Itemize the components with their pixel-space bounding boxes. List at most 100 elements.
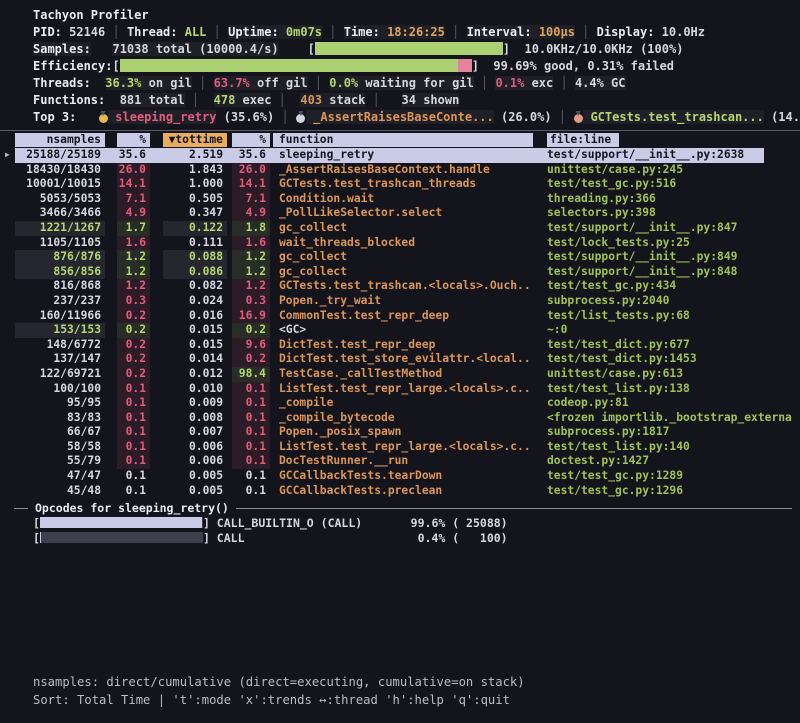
col-header-tot[interactable]: ▼tottime: [163, 133, 227, 147]
cell-fn: ListTest.test_repr_large.<locals>.c...: [273, 440, 533, 455]
cell-ns: 1221/1267: [15, 221, 105, 236]
table-row[interactable]: 876/8761.20.0881.2gc_collecttest/support…: [0, 250, 800, 265]
cell-p1: 0.2: [117, 352, 150, 367]
cell-gap: [533, 425, 541, 440]
cell-fn: DictTest.test_store_evilattr.<local...: [273, 352, 533, 367]
table-row[interactable]: 1221/12671.70.1221.8gc_collecttest/suppo…: [0, 221, 800, 236]
table-row[interactable]: 122/697210.20.01298.4TestCase._callTestM…: [0, 367, 800, 382]
col-header-p2[interactable]: %: [232, 133, 270, 147]
table-row[interactable]: 856/8561.20.0861.2gc_collecttest/support…: [0, 265, 800, 280]
cell-ns: 122/69721: [15, 367, 105, 382]
cell-gap: [0, 265, 15, 280]
table-row[interactable]: 137/1470.20.0140.2DictTest.test_store_ev…: [0, 352, 800, 367]
text: Uptime:: [228, 25, 286, 39]
table-row[interactable]: 18430/1843026.01.84326.0_AssertRaisesBas…: [0, 163, 800, 178]
cell-file: codeop.py:81: [541, 396, 800, 411]
cell-gap: [533, 367, 541, 382]
text: Thread:: [127, 25, 185, 39]
cell-ns: 10001/10015: [15, 177, 105, 192]
cell-gap: [150, 236, 163, 251]
cell-fn: CommonTest.test_repr_deep: [273, 309, 533, 324]
cell-p1: 0.1: [117, 440, 150, 455]
table-row[interactable]: 148/67720.20.0159.6DictTest.test_repr_de…: [0, 338, 800, 353]
cell-gap: [105, 425, 117, 440]
cell-gap: [0, 338, 15, 353]
cell-tot: 0.012: [163, 367, 227, 382]
text: stack: [322, 93, 365, 107]
text: [105, 93, 119, 107]
table-row[interactable]: 1105/11051.60.1111.6wait_threads_blocked…: [0, 236, 800, 251]
table-header: nsamples%▼tottime%functionfile:line: [0, 133, 800, 148]
table-row[interactable]: 66/670.10.0070.1Popen._posix_spawnsubpro…: [0, 425, 800, 440]
cell-ns: 18430/18430: [15, 163, 105, 178]
table-row[interactable]: 153/1530.20.0150.2<GC>~:0: [0, 323, 800, 338]
text: │: [192, 76, 214, 90]
table-row[interactable]: 160/119660.20.01616.9CommonTest.test_rep…: [0, 309, 800, 324]
cell-gap: [105, 469, 117, 484]
table-row[interactable]: 3466/34664.90.3474.9_PollLikeSelector.se…: [0, 206, 800, 221]
cell-gap: [105, 352, 117, 367]
cell-gap: [150, 279, 163, 294]
top1-pct: (35.6%): [216, 110, 274, 124]
table-row[interactable]: 45/480.10.0050.1GCCallbackTests.preclean…: [0, 484, 800, 499]
table-row[interactable]: 5053/50537.10.5057.1Condition.waitthread…: [0, 192, 800, 207]
cell-gap: [105, 294, 117, 309]
cell-p1: 0.3: [117, 294, 150, 309]
table-row[interactable]: 816/8681.20.0821.2GCTests.test_trashcan.…: [0, 279, 800, 294]
col-header-label[interactable]: file:line: [547, 133, 619, 147]
cell-file: test/support/__init__.py:848: [541, 265, 800, 280]
cell-p2: 98.4: [232, 367, 270, 382]
cell-gap: [150, 221, 163, 236]
table-divider-line: [0, 130, 800, 131]
cell-p2: 9.6: [232, 338, 270, 353]
opcodes-title: Opcodes for sleeping_retry(): [28, 501, 236, 515]
text: │: [105, 25, 127, 39]
cell-ns: 876/876: [15, 250, 105, 265]
table-row[interactable]: 83/830.10.0080.1_compile_bytecode<frozen…: [0, 411, 800, 426]
table-row-selected[interactable]: ▶25188/2518935.62.51935.6sleeping_retryt…: [0, 148, 800, 163]
cell-tot: 0.006: [163, 440, 227, 455]
cell-file: test/test_dict.py:1453: [541, 352, 800, 367]
gc-pct: 4.4% GC: [575, 76, 626, 90]
cell-ns: 137/147: [15, 352, 105, 367]
table-row[interactable]: 55/790.10.0060.1DocTestRunner.__rundocte…: [0, 454, 800, 469]
top2-name: _AssertRaisesBaseConte...: [306, 110, 494, 124]
cell-gap: [533, 163, 541, 178]
cell-fn: GCTests.test_trashcan_threads: [273, 177, 533, 192]
text: Samples:: [33, 42, 91, 56]
cell-gap: [105, 323, 117, 338]
samples-bar: [315, 42, 503, 55]
col-header-fn[interactable]: function: [273, 133, 533, 147]
cell-p1: 0.1: [117, 382, 150, 397]
cell-ns: 1105/1105: [15, 236, 105, 251]
cell-tot: 0.006: [163, 454, 227, 469]
col-header-ns[interactable]: nsamples: [15, 133, 105, 147]
cell-ns: 160/11966: [15, 309, 105, 324]
samples-rate-value: 10.0KHz/10.0KHz (100%): [510, 42, 683, 56]
col-header-p1[interactable]: %: [117, 133, 150, 147]
table-row[interactable]: 100/1000.10.0100.1ListTest.test_repr_lar…: [0, 382, 800, 397]
cell-fn: DocTestRunner.__run: [273, 454, 533, 469]
table-row[interactable]: 10001/1001514.11.00014.1GCTests.test_tra…: [0, 177, 800, 192]
cell-gap: [0, 484, 15, 499]
column-gap: [533, 133, 541, 148]
cell-fn: sleeping_retry: [273, 148, 533, 163]
table-row[interactable]: 237/2370.30.0240.3Popen._try_waitsubproc…: [0, 294, 800, 309]
column-gap: [105, 133, 117, 148]
text: on gil: [141, 76, 192, 90]
cell-gap: [533, 206, 541, 221]
cell-ns: 45/48: [15, 484, 105, 499]
table-row[interactable]: 95/950.10.0090.1_compilecodeop.py:81: [0, 396, 800, 411]
cell-gap: [105, 338, 117, 353]
col-header-file[interactable]: file:line: [541, 133, 800, 147]
table-row[interactable]: 58/580.10.0060.1ListTest.test_repr_large…: [0, 440, 800, 455]
cell-p1: 0.2: [117, 338, 150, 353]
cell-p1: 1.6: [117, 236, 150, 251]
cell-gap: [150, 411, 163, 426]
time-value: 18:26:25: [387, 25, 445, 39]
cell-fn: _AssertRaisesBaseContext.handle: [273, 163, 533, 178]
table-row[interactable]: 47/470.10.0050.1GCCallbackTests.tearDown…: [0, 469, 800, 484]
cell-file: test/test_dict.py:677: [541, 338, 800, 353]
cell-ns: 25188/25189: [15, 148, 105, 163]
cell-gap: [105, 484, 117, 499]
